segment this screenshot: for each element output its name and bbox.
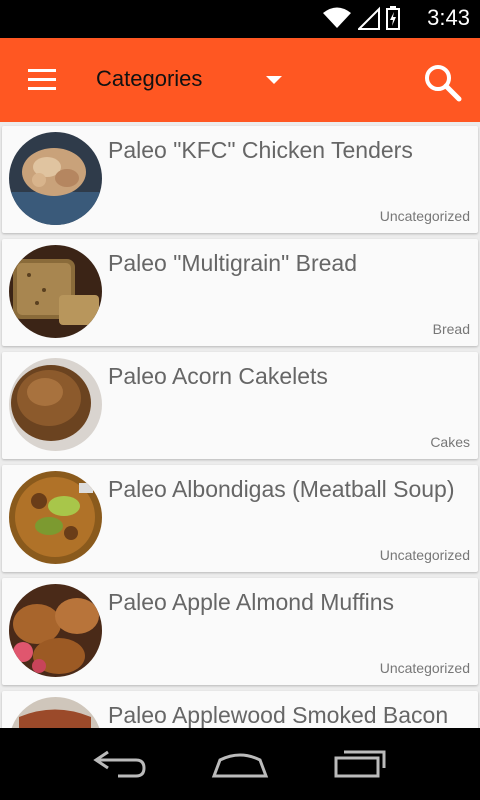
recipe-category: Cakes [430,434,470,450]
recipe-card[interactable]: Paleo "Multigrain" Bread Bread [2,239,478,346]
recipe-category: Uncategorized [379,208,470,224]
dropdown-arrow-icon[interactable] [266,76,282,84]
fried-chicken-photo [9,132,102,225]
battery-charging-icon [386,6,400,30]
recipe-title: Paleo "KFC" Chicken Tenders [108,137,413,163]
recipe-card[interactable]: Paleo Albondigas (Meatball Soup) Uncateg… [2,465,478,572]
recipe-title: Paleo "Multigrain" Bread [108,250,358,276]
bacon-photo [9,697,102,728]
recipe-thumbnail [9,471,102,564]
hamburger-menu-icon[interactable] [28,69,56,91]
meatball-soup-photo [9,471,102,564]
status-time: 3:43 [427,5,470,30]
wifi-icon [323,7,351,28]
recipe-thumbnail [9,245,102,338]
recipe-title: Paleo Albondigas (Meatball Soup) [108,476,455,502]
recipe-list[interactable]: Paleo "KFC" Chicken Tenders Uncategorize… [0,122,480,728]
recipe-title: Paleo Apple Almond Muffins [108,589,394,615]
recipe-thumbnail [9,358,102,451]
recipe-card[interactable]: Paleo Applewood Smoked Bacon [2,691,478,728]
home-icon[interactable] [210,748,270,780]
recipe-card[interactable]: Paleo Acorn Cakelets Cakes [2,352,478,459]
recent-apps-icon[interactable] [332,748,388,778]
recipe-category: Bread [432,321,470,337]
recipe-category: Uncategorized [379,547,470,563]
bread-loaf-photo [9,245,102,338]
recipe-card[interactable]: Paleo Apple Almond Muffins Uncategorized [2,578,478,685]
back-icon[interactable] [92,748,148,778]
cakelet-photo [9,358,102,451]
recipe-thumbnail [9,132,102,225]
status-icons [322,6,400,30]
app-bar: Categories [0,38,480,122]
recipe-thumbnail [9,584,102,677]
recipe-thumbnail [9,697,102,728]
system-nav-bar [0,728,480,800]
recipe-title: Paleo Acorn Cakelets [108,363,328,389]
recipe-card[interactable]: Paleo "KFC" Chicken Tenders Uncategorize… [2,126,478,233]
recipe-title: Paleo Applewood Smoked Bacon [108,702,449,728]
status-bar: 3:43 [0,0,480,38]
search-icon[interactable] [422,62,462,102]
muffins-photo [9,584,102,677]
category-spinner-label[interactable]: Categories [96,66,202,92]
signal-icon [358,6,380,30]
recipe-category: Uncategorized [379,660,470,676]
